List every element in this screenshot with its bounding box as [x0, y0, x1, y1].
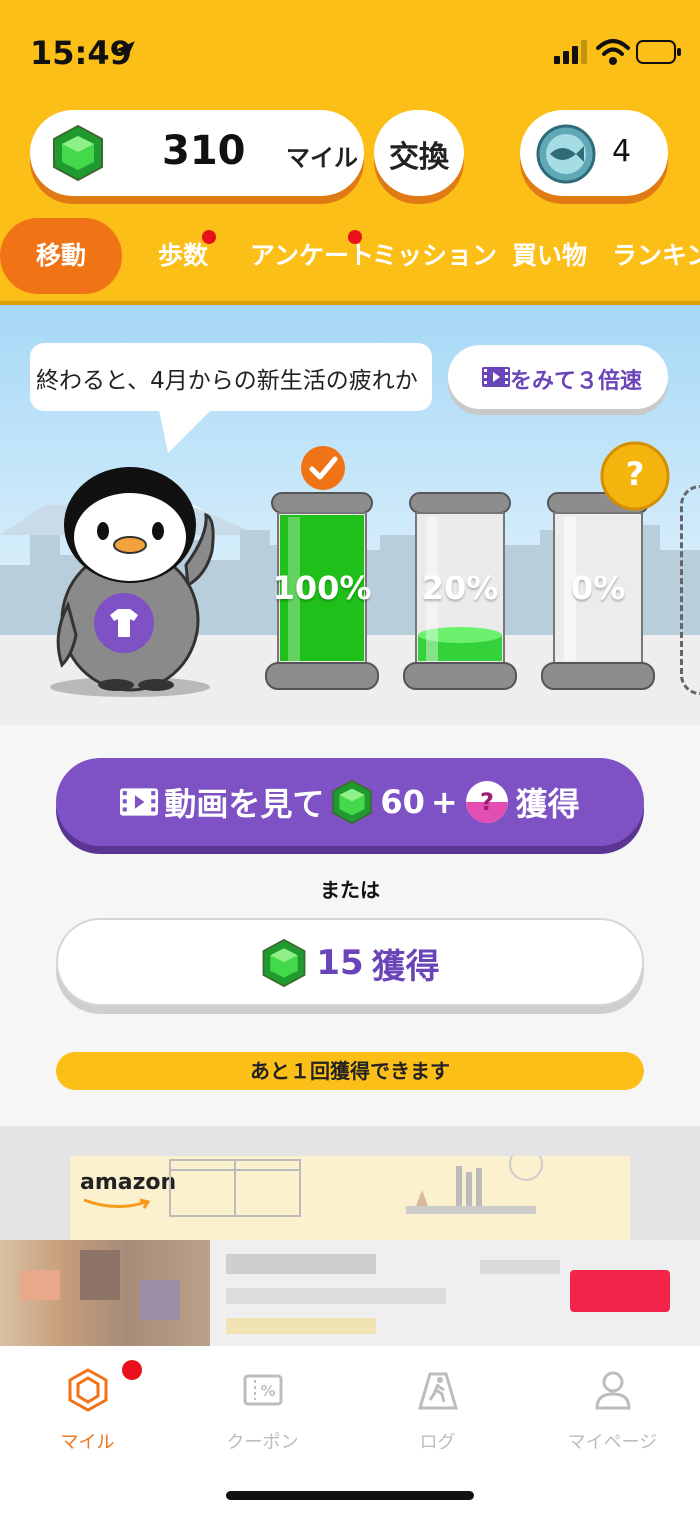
video-button-plus: + — [430, 783, 458, 821]
nav-item-miles[interactable]: マイル — [0, 1346, 175, 1456]
walking-log-icon — [417, 1372, 459, 1410]
amazon-logo-text: amazon — [80, 1170, 177, 1195]
svg-text:%: % — [260, 1382, 275, 1400]
speed-button-label: をみて３倍速 — [510, 369, 643, 394]
video-button-amount: 60 — [380, 783, 425, 821]
location-arrow-icon — [115, 41, 135, 61]
earn-miles-button[interactable]: 15 獲得 — [56, 918, 644, 1006]
nav-label-mypage: マイページ — [567, 1432, 658, 1453]
amazon-ad-banner[interactable]: amazon — [70, 1156, 630, 1252]
tab-mission[interactable]: ミッション — [372, 218, 497, 294]
exchange-button[interactable]: 交換 — [374, 110, 464, 196]
person-icon — [595, 1371, 631, 1410]
wifi-icon — [596, 39, 630, 65]
green-gem-icon — [53, 124, 103, 182]
ad-area: amazon — [0, 1126, 700, 1346]
nav-item-mypage[interactable]: マイページ — [525, 1346, 700, 1456]
tab-shopping[interactable]: 買い物 — [512, 218, 587, 294]
mystery-capsule-icon: ? — [465, 781, 508, 823]
status-bar: 15:49 — [0, 0, 700, 100]
video-button-suffix: 獲得 — [515, 785, 580, 823]
miles-unit: マイル — [286, 144, 358, 172]
tab-survey-notification-dot — [348, 230, 362, 244]
question-badge[interactable]: ? — [600, 441, 670, 511]
battery-icon — [636, 40, 681, 64]
nav-item-log[interactable]: ログ — [350, 1346, 525, 1456]
earn-button-suffix: 獲得 — [371, 946, 440, 987]
fish-coin-pill[interactable]: 4 — [520, 110, 668, 196]
or-text: または — [320, 878, 380, 902]
question-mark: ? — [625, 455, 645, 493]
nav-label-miles: マイル — [60, 1432, 115, 1453]
next-tank-placeholder — [680, 485, 700, 695]
watch-video-speed-button[interactable]: をみて３倍速 — [448, 345, 668, 409]
green-gem-icon — [262, 938, 306, 988]
nav-label-log: ログ — [419, 1432, 456, 1453]
video-film-icon — [482, 367, 510, 387]
bottom-navigation: マイル % クーポン ログ マイページ — [0, 1346, 700, 1515]
earn-button-amount: 15 — [316, 943, 364, 983]
progress-scene: 終わると、4月からの新生活の疲れか をみて３倍速 100% 20% 0% ? — [0, 305, 700, 725]
header: 15:49 310 マイル 交換 4 移動 歩数 アンケート ミッション 買い物… — [0, 0, 700, 305]
fish-count: 4 — [612, 134, 632, 169]
coupon-icon: % — [243, 1374, 283, 1406]
miles-value: 310 — [162, 128, 246, 174]
speech-bubble: 終わると、4月からの新生活の疲れか — [30, 343, 432, 411]
video-film-icon — [120, 788, 159, 816]
ad-furniture-illustration — [169, 1156, 543, 1217]
penguin-character — [50, 467, 215, 697]
remaining-count-bar: あと１回獲得できます — [56, 1052, 644, 1090]
video-button-prefix: 動画を見て — [164, 785, 325, 823]
category-tabs: 移動 歩数 アンケート ミッション 買い物 ランキン — [0, 218, 700, 294]
nav-label-coupon: クーポン — [226, 1432, 299, 1453]
svg-text:?: ? — [480, 788, 494, 816]
tab-move[interactable]: 移動 — [0, 218, 122, 294]
cellular-signal-icon — [554, 40, 587, 64]
tab-steps[interactable]: 歩数 — [158, 218, 208, 294]
green-gem-icon — [332, 779, 372, 825]
nav-item-coupon[interactable]: % クーポン — [175, 1346, 350, 1456]
amazon-smile-icon — [83, 1198, 151, 1209]
miles-balance-pill[interactable]: 310 マイル — [30, 110, 364, 196]
check-icon — [301, 446, 345, 490]
ad-pixelated-strip[interactable] — [0, 1240, 700, 1346]
tab-ranking[interactable]: ランキン — [612, 218, 700, 294]
tank-1-percent: 100% — [272, 569, 372, 607]
speech-text: 終わると、4月からの新生活の疲れか — [36, 368, 418, 394]
miles-notification-dot — [122, 1360, 142, 1380]
exchange-label: 交換 — [389, 140, 449, 175]
hexagon-gem-icon — [68, 1368, 108, 1412]
home-indicator — [226, 1491, 474, 1500]
watch-video-earn-button[interactable]: 動画を見て 60 + ? 獲得 — [56, 758, 644, 846]
tank-3-percent: 0% — [570, 569, 626, 607]
tank-2-percent: 20% — [421, 569, 499, 607]
tab-steps-notification-dot — [202, 230, 216, 244]
fish-coin-icon — [536, 124, 596, 184]
speech-bubble-tail — [158, 405, 216, 453]
